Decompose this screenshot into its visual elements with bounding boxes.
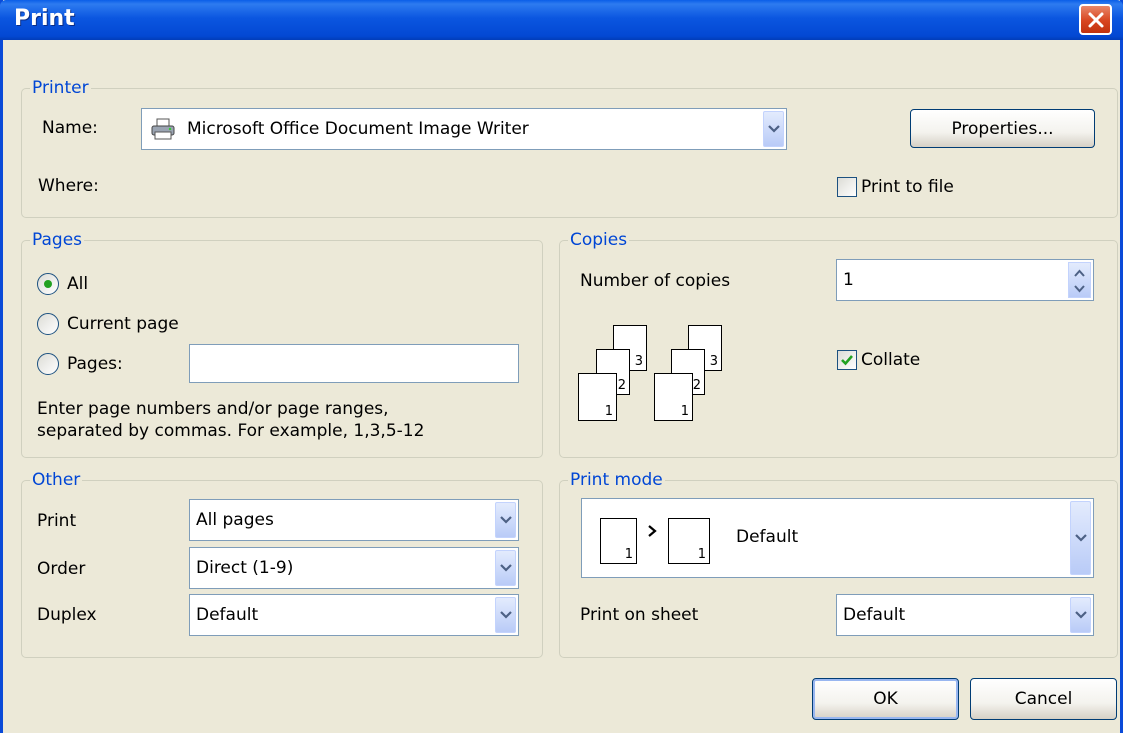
copies-group-label: Copies <box>568 230 630 250</box>
printer-icon <box>151 118 175 145</box>
chevron-down-icon <box>499 516 512 524</box>
other-print-dropdown-button[interactable] <box>495 502 516 538</box>
chevron-down-icon <box>767 125 780 133</box>
close-icon <box>1088 12 1103 27</box>
other-order-combo[interactable]: Direct (1-9) <box>189 547 519 589</box>
printer-name-value: Microsoft Office Document Image Writer <box>187 119 529 139</box>
copies-value: 1 <box>843 270 854 290</box>
print-on-sheet-combo[interactable]: Default <box>836 594 1094 636</box>
collate-page: 1 <box>578 373 617 421</box>
printer-name-dropdown-button[interactable] <box>763 111 784 147</box>
number-of-copies-label: Number of copies <box>580 271 731 291</box>
radio-selected-dot <box>44 280 52 288</box>
collate-checkbox[interactable] <box>837 350 857 370</box>
other-group-label: Other <box>30 470 83 490</box>
chevron-down-icon <box>499 564 512 572</box>
print-dialog: Print Printer Name: Microsoft Office Doc… <box>0 0 1123 733</box>
printer-name-label: Name: <box>42 118 98 138</box>
ok-button[interactable]: OK <box>812 678 959 720</box>
pages-range-label: Pages: <box>67 354 123 374</box>
printer-name-combo[interactable]: Microsoft Office Document Image Writer <box>141 108 787 150</box>
chevron-down-icon <box>499 611 512 619</box>
checkmark-icon <box>841 355 853 366</box>
collate-page: 1 <box>654 373 693 421</box>
other-duplex-label: Duplex <box>37 605 97 625</box>
chevron-down-icon <box>1074 611 1087 619</box>
current-page-label: Current page <box>67 314 179 334</box>
pages-range-input[interactable] <box>189 344 519 383</box>
print-mode-combo[interactable]: 1 1 Default <box>581 498 1094 578</box>
all-pages-label: All <box>67 274 89 294</box>
copies-spinner[interactable]: 1 <box>836 259 1094 301</box>
other-order-dropdown-button[interactable] <box>495 550 516 586</box>
pages-group-label: Pages <box>30 230 85 250</box>
other-duplex-value: Default <box>196 605 259 625</box>
dialog-title: Print <box>14 6 75 31</box>
other-duplex-dropdown-button[interactable] <box>495 597 516 633</box>
collate-illustration: 3 2 1 3 2 1 <box>578 320 748 430</box>
title-bar[interactable]: Print <box>0 0 1123 40</box>
print-mode-group-label: Print mode <box>568 470 665 490</box>
print-mode-target-page: 1 <box>668 518 710 564</box>
other-order-label: Order <box>37 559 86 579</box>
spin-arrows-icon <box>1074 269 1085 293</box>
close-button[interactable] <box>1079 4 1112 35</box>
other-print-label: Print <box>37 511 77 531</box>
properties-button[interactable]: Properties... <box>910 109 1095 148</box>
other-print-value: All pages <box>196 510 274 530</box>
other-order-value: Direct (1-9) <box>196 558 294 578</box>
chevron-down-icon <box>1074 534 1087 542</box>
pages-hint-line2: separated by commas. For example, 1,3,5-… <box>37 421 425 441</box>
copies-spinner-buttons[interactable] <box>1068 262 1091 298</box>
print-on-sheet-dropdown-button[interactable] <box>1070 597 1091 633</box>
current-page-radio[interactable] <box>37 313 59 335</box>
collate-label: Collate <box>861 350 921 370</box>
printer-group-label: Printer <box>30 78 91 98</box>
pages-hint-line1: Enter page numbers and/or page ranges, <box>37 399 389 419</box>
print-on-sheet-value: Default <box>843 605 906 625</box>
print-on-sheet-label: Print on sheet <box>580 605 699 625</box>
print-to-file-label: Print to file <box>861 177 954 197</box>
arrow-right-icon <box>646 523 658 543</box>
cancel-button[interactable]: Cancel <box>970 678 1117 720</box>
print-mode-source-page: 1 <box>600 518 637 564</box>
pages-range-radio[interactable] <box>37 353 59 375</box>
print-to-file-checkbox[interactable] <box>837 177 857 197</box>
all-pages-radio[interactable] <box>37 273 59 295</box>
print-mode-dropdown-button[interactable] <box>1070 501 1091 575</box>
other-print-combo[interactable]: All pages <box>189 499 519 541</box>
print-mode-value: Default <box>736 527 799 547</box>
other-duplex-combo[interactable]: Default <box>189 594 519 636</box>
printer-where-label: Where: <box>38 176 99 196</box>
